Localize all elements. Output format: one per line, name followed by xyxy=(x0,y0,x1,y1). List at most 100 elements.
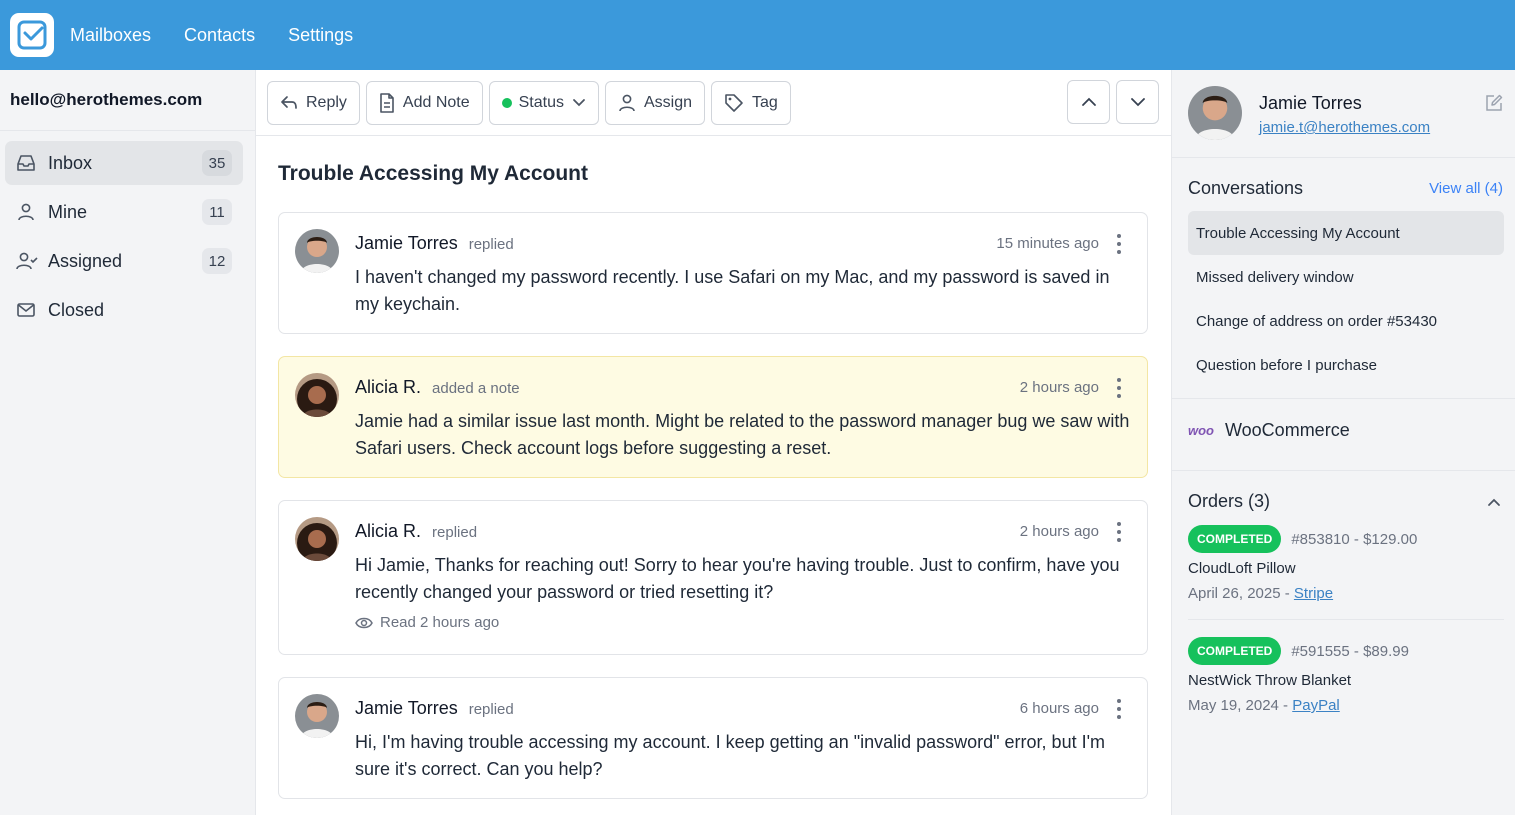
author-name: Jamie Torres xyxy=(355,233,458,253)
nav-contacts[interactable]: Contacts xyxy=(184,25,255,46)
chevron-down-icon xyxy=(573,98,585,106)
order-item: COMPLETED #591555 - $89.99 NestWick Thro… xyxy=(1188,636,1504,714)
status-badge: COMPLETED xyxy=(1188,525,1282,553)
customer-panel: Jamie Torres jamie.t@herothemes.com Conv… xyxy=(1171,70,1515,815)
order-date-text: April 26, 2025 - xyxy=(1188,585,1294,602)
assign-button[interactable]: Assign xyxy=(604,80,706,125)
inbox-icon xyxy=(16,152,38,174)
reply-icon xyxy=(281,95,297,109)
chevron-up-icon[interactable] xyxy=(1487,494,1501,512)
user-check-icon xyxy=(16,250,38,272)
message-item: Jamie Torres replied 6 hours ago Hi, I'm… xyxy=(278,677,1148,799)
order-date: May 19, 2024 - PayPal xyxy=(1188,697,1504,714)
avatar xyxy=(1188,86,1242,140)
avatar xyxy=(295,229,339,273)
sidebar-item-closed[interactable]: Closed xyxy=(5,288,243,332)
reply-label: Reply xyxy=(306,93,347,111)
tag-label: Tag xyxy=(752,93,778,111)
conversation-main: Reply Add Note Status Assign Tag Trouble… xyxy=(256,70,1171,815)
message-item: Jamie Torres replied 15 minutes ago I ha… xyxy=(278,212,1148,334)
author-name: Alicia R. xyxy=(355,377,422,397)
edit-icon[interactable] xyxy=(1485,94,1503,117)
author-name: Jamie Torres xyxy=(355,698,458,718)
add-note-button[interactable]: Add Note xyxy=(365,80,483,125)
previous-conversation-button[interactable] xyxy=(1067,80,1110,124)
sidebar-item-mine[interactable]: Mine 11 xyxy=(5,190,243,234)
sidebar-item-inbox[interactable]: Inbox 35 xyxy=(5,141,243,185)
message-time: 2 hours ago xyxy=(1019,379,1099,396)
chevron-down-icon xyxy=(1130,98,1145,107)
folder-list: Inbox 35 Mine 11 Assigned 12 Closed xyxy=(0,131,255,332)
mailbox-email: hello@herothemes.com xyxy=(0,70,255,131)
user-icon xyxy=(619,94,635,111)
status-dropdown[interactable]: Status xyxy=(488,80,599,125)
count-badge: 35 xyxy=(202,150,232,176)
list-item[interactable]: Trouble Accessing My Account xyxy=(1188,211,1504,255)
message-time: 6 hours ago xyxy=(1019,700,1099,717)
more-options-icon[interactable] xyxy=(1111,234,1127,254)
add-note-label: Add Note xyxy=(402,93,470,111)
top-nav: Mailboxes Contacts Settings xyxy=(70,25,386,46)
app-logo[interactable] xyxy=(10,13,54,57)
avatar xyxy=(295,694,339,738)
nav-mailboxes[interactable]: Mailboxes xyxy=(70,25,151,46)
status-label: Status xyxy=(518,93,564,111)
inbox-check-logo-icon xyxy=(17,20,47,50)
woocommerce-logo-icon: woo xyxy=(1188,423,1214,438)
conversation-toolbar: Reply Add Note Status Assign Tag xyxy=(256,70,1171,136)
sidebar-item-label: Mine xyxy=(48,201,88,222)
more-options-icon[interactable] xyxy=(1111,378,1127,398)
message-header: Jamie Torres replied xyxy=(355,698,514,719)
message-action: added a note xyxy=(432,380,520,397)
sidebar-item-label: Inbox xyxy=(48,152,93,173)
sidebar-item-assigned[interactable]: Assigned 12 xyxy=(5,239,243,283)
tag-button[interactable]: Tag xyxy=(711,80,791,125)
status-badge: COMPLETED xyxy=(1188,637,1282,665)
orders-heading: Orders (3) xyxy=(1188,491,1271,511)
payment-gateway-link[interactable]: Stripe xyxy=(1294,585,1333,602)
woocommerce-header: woo WooCommerce xyxy=(1188,420,1350,441)
message-item: Alicia R. replied 2 hours ago Hi Jamie, … xyxy=(278,500,1148,655)
message-body: Hi Jamie, Thanks for reaching out! Sorry… xyxy=(355,555,1120,602)
list-item[interactable]: Missed delivery window xyxy=(1188,255,1504,299)
next-conversation-button[interactable] xyxy=(1116,80,1159,124)
read-receipt: Read 2 hours ago xyxy=(355,614,499,631)
payment-gateway-link[interactable]: PayPal xyxy=(1292,697,1340,714)
mail-icon xyxy=(16,299,38,321)
order-number: #591555 - $89.99 xyxy=(1291,642,1409,660)
contact-email-link[interactable]: jamie.t@herothemes.com xyxy=(1259,119,1430,136)
sidebar-item-label: Assigned xyxy=(48,250,123,271)
avatar xyxy=(295,373,339,417)
tag-icon xyxy=(725,93,743,112)
message-action: replied xyxy=(432,524,478,541)
contact-card: Jamie Torres jamie.t@herothemes.com xyxy=(1172,70,1515,158)
message-time: 15 minutes ago xyxy=(996,235,1099,252)
view-all-conversations-link[interactable]: View all (4) xyxy=(1429,180,1503,197)
count-badge: 12 xyxy=(202,248,232,274)
nav-settings[interactable]: Settings xyxy=(288,25,353,46)
message-header: Jamie Torres replied xyxy=(355,233,514,254)
mailbox-sidebar: hello@herothemes.com Inbox 35 Mine 11 As… xyxy=(0,70,256,815)
divider xyxy=(1172,470,1515,471)
order-number: #853810 - $129.00 xyxy=(1291,530,1418,548)
contact-name: Jamie Torres xyxy=(1259,93,1362,113)
reply-button[interactable]: Reply xyxy=(267,80,360,125)
message-time: 2 hours ago xyxy=(1019,523,1099,540)
more-options-icon[interactable] xyxy=(1111,699,1127,719)
order-date-text: May 19, 2024 - xyxy=(1188,697,1293,714)
note-item: Alicia R. added a note 2 hours ago Jamie… xyxy=(278,356,1148,478)
message-action: replied xyxy=(468,701,514,718)
more-options-icon[interactable] xyxy=(1111,522,1127,542)
divider xyxy=(1172,398,1515,399)
message-action: replied xyxy=(468,236,514,253)
order-date: April 26, 2025 - Stripe xyxy=(1188,585,1504,602)
divider xyxy=(1188,619,1504,620)
message-body: Hi, I'm having trouble accessing my acco… xyxy=(355,732,1106,779)
message-body: I haven't changed my password recently. … xyxy=(355,267,1110,314)
top-bar: Mailboxes Contacts Settings xyxy=(0,0,1515,70)
eye-icon xyxy=(355,617,373,628)
order-item: COMPLETED #853810 - $129.00 CloudLoft Pi… xyxy=(1188,524,1504,602)
list-item[interactable]: Question before I purchase xyxy=(1188,343,1504,387)
message-body: Jamie had a similar issue last month. Mi… xyxy=(355,411,1130,458)
list-item[interactable]: Change of address on order #53430 xyxy=(1188,299,1504,343)
